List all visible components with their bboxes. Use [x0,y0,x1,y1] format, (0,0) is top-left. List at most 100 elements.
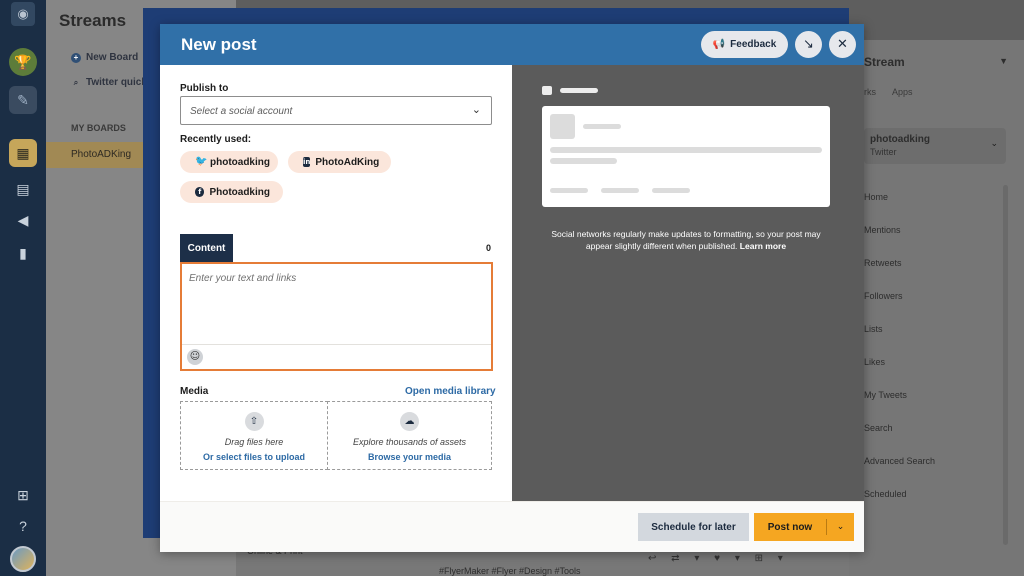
preview-card [542,106,830,207]
post-now-button[interactable]: Post now ⌄ [754,513,854,541]
scrollbar[interactable] [1003,185,1008,545]
minimize-button[interactable]: ↘ [795,31,822,58]
upload-icon: ⇧ [244,412,264,431]
stream-column-tabs: rks Apps [864,87,927,97]
tab-content[interactable]: Content [180,234,233,262]
recent-account-facebook[interactable]: f Photoadking [180,181,283,203]
search-icon: ⌕ [73,78,79,87]
stream-type-likes[interactable]: Likes [864,357,935,390]
stream-type-followers[interactable]: Followers [864,291,935,324]
select-files-link[interactable]: Or select files to upload [181,452,327,462]
browse-media-zone[interactable]: ☁ Explore thousands of assets Browse you… [327,401,492,470]
analytics-icon[interactable]: ▮ [9,239,37,267]
stream-account-name: photoadking [870,134,930,145]
megaphone-icon[interactable]: ◀ [9,206,37,234]
composer-pane: Publish to Select a social account ⌄ Rec… [160,65,512,501]
stream-type-list: Home Mentions Retweets Followers Lists L… [864,192,935,522]
linkedin-icon: in [303,157,311,167]
stream-type-my-tweets[interactable]: My Tweets [864,390,935,423]
social-account-select[interactable]: Select a social account ⌄ [180,96,492,125]
chevron-down-icon: ⌄ [990,138,998,148]
tab-apps[interactable]: Apps [892,87,913,97]
streams-icon[interactable]: ▦ [9,139,37,167]
media-label: Media [180,386,209,397]
new-board-link[interactable]: + New Board [71,52,138,63]
owl-logo-icon[interactable]: ◉ [11,2,35,26]
recent-account-twitter[interactable]: 🐦 photoadking [180,151,278,173]
twitter-quick-search-link[interactable]: ⌕ Twitter quick [71,77,147,88]
modal-title: New post [181,35,257,54]
recent-account-label: PhotoAdKing [315,156,380,168]
feedback-button[interactable]: 📢 Feedback [701,31,788,58]
preview-pane: Social networks regularly make updates t… [512,65,864,501]
stream-account-network: Twitter [870,147,897,157]
calendar-icon[interactable]: ▤ [9,175,37,203]
schedule-for-later-button[interactable]: Schedule for later [638,513,749,541]
publish-to-label: Publish to [180,83,229,94]
browse-media-link[interactable]: Browse your media [328,452,491,462]
recent-account-label: photoadking [210,156,270,168]
upload-hint: Drag files here [224,437,284,447]
post-now-label[interactable]: Post now [754,522,826,533]
preview-network-icon [542,86,552,95]
stream-column-title: Stream [864,55,905,69]
stream-account-selector[interactable]: photoadking Twitter ⌄ [864,128,1006,164]
apps-grid-icon[interactable]: ⊞ [9,481,37,509]
upload-drop-zone[interactable]: ⇧ Drag files here Or select files to upl… [180,401,328,470]
preview-skeleton-line [550,147,822,153]
tab-networks[interactable]: rks [864,87,876,97]
recent-account-label: Photoadking [209,186,270,198]
avatar[interactable] [10,546,36,572]
social-account-placeholder: Select a social account [190,106,293,117]
my-boards-heading: MY BOARDS [71,123,126,133]
stream-type-retweets[interactable]: Retweets [864,258,935,291]
stream-column: Stream ▼ rks Apps photoadking Twitter ⌄ … [849,40,1024,576]
facebook-icon: f [195,187,205,197]
open-media-library-link[interactable]: Open media library [405,386,496,397]
feed-hashtags: #FlyerMaker #Flyer #Design #Tools [439,566,581,576]
compose-icon[interactable]: ✎ [9,86,37,114]
recently-used-label: Recently used: [180,134,252,145]
preview-avatar-skeleton [550,114,575,139]
browse-hint: Explore thousands of assets [352,437,467,447]
help-icon[interactable]: ? [9,512,37,540]
streams-title: Streams [59,11,127,30]
stream-type-search[interactable]: Search [864,423,935,456]
preview-skeleton-line [583,124,621,129]
stream-type-scheduled[interactable]: Scheduled [864,489,935,522]
preview-placeholder-bar [560,88,598,93]
preview-skeleton-line [550,188,588,193]
stream-type-mentions[interactable]: Mentions [864,225,935,258]
preview-skeleton-line [601,188,639,193]
stream-type-advanced-search[interactable]: Advanced Search [864,456,935,489]
twitter-icon: 🐦 [195,156,208,167]
preview-skeleton-line [550,158,617,164]
trophy-icon[interactable]: 🏆 [9,48,37,76]
content-editor[interactable]: Enter your text and links ☺ [180,262,493,371]
cloud-upload-icon: ☁ [400,412,419,431]
close-button[interactable]: ✕ [829,31,856,58]
megaphone-icon: 📢 [712,39,726,50]
learn-more-link[interactable]: Learn more [740,241,786,251]
content-placeholder: Enter your text and links [189,273,297,284]
post-action-icons[interactable]: ↩ ⇄ ▾ ♥ ▾ ⊞ ▾ [648,553,789,564]
modal-footer: Schedule for later Post now ⌄ [160,501,864,552]
chevron-down-icon[interactable]: ▼ [999,56,1008,66]
stream-type-home[interactable]: Home [864,192,935,225]
arrow-down-right-icon: ↘ [803,37,814,52]
emoji-icon[interactable]: ☺ [187,349,203,365]
new-post-modal: New post 📢 Feedback ↘ ✕ Publish to Selec… [160,24,864,552]
preview-skeleton-line [652,188,690,193]
plus-icon: + [71,53,81,63]
preview-disclaimer: Social networks regularly make updates t… [542,228,830,252]
recent-account-linkedin[interactable]: in PhotoAdKing [288,151,391,173]
editor-toolbar: ☺ [182,344,491,369]
modal-header: New post 📢 Feedback ↘ ✕ [160,24,864,65]
character-count: 0 [486,243,492,253]
close-icon: ✕ [837,37,848,52]
left-rail: ◉ 🏆 ✎ ▦ ▤ ◀ ▮ ⊞ ? [0,0,46,576]
stream-type-lists[interactable]: Lists [864,324,935,357]
chevron-down-icon: ⌄ [471,103,481,116]
feedback-label: Feedback [730,39,777,50]
chevron-down-icon[interactable]: ⌄ [827,522,854,532]
